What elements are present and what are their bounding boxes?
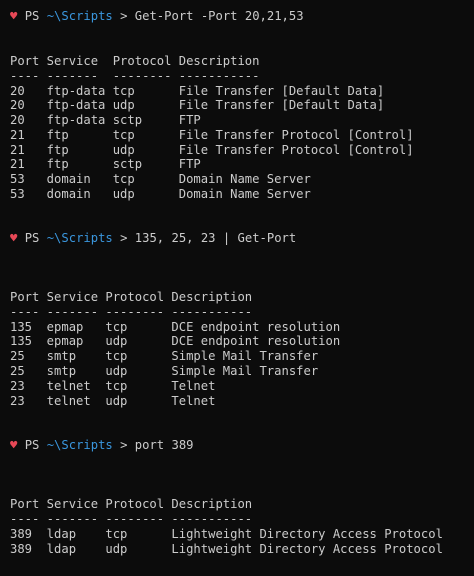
prompt-gt: >: [120, 438, 128, 452]
table-divider: ---- ------- -------- -----------: [10, 512, 253, 526]
ps-label: PS: [24, 231, 40, 245]
table-row: 20 ftp-data sctp FTP: [10, 113, 201, 127]
table-row: 21 ftp tcp File Transfer Protocol [Contr…: [10, 128, 414, 142]
prompt-gt: >: [120, 231, 128, 245]
table-row: 389 ldap tcp Lightweight Directory Acces…: [10, 527, 443, 541]
table-row: 23 telnet udp Telnet: [10, 394, 216, 408]
heart-icon: ♥: [10, 438, 18, 452]
command-text: 135, 25, 23 | Get-Port: [134, 231, 297, 245]
table-row: 20 ftp-data udp File Transfer [Default D…: [10, 98, 385, 112]
terminal-window[interactable]: ♥ PS ~\Scripts > Get-Port -Port 20,21,53…: [0, 0, 474, 576]
table-row: 25 smtp udp Simple Mail Transfer: [10, 364, 319, 378]
prompt-line: ♥ PS ~\Scripts > 135, 25, 23 | Get-Port: [10, 231, 296, 246]
table-header: Port Service Protocol Description: [10, 290, 253, 304]
command-text: port 389: [134, 438, 194, 452]
table-row: 53 domain udp Domain Name Server: [10, 187, 311, 201]
heart-icon: ♥: [10, 231, 18, 245]
table-row: 135 epmap udp DCE endpoint resolution: [10, 334, 341, 348]
table-row: 21 ftp sctp FTP: [10, 157, 201, 171]
table-row: 135 epmap tcp DCE endpoint resolution: [10, 320, 341, 334]
prompt-path: ~\Scripts: [46, 438, 113, 452]
table-row: 23 telnet tcp Telnet: [10, 379, 216, 393]
table-divider: ---- ------- -------- -----------: [10, 69, 260, 83]
prompt-path: ~\Scripts: [46, 9, 113, 23]
heart-icon: ♥: [10, 9, 18, 23]
ps-label: PS: [24, 9, 40, 23]
table-row: 20 ftp-data tcp File Transfer [Default D…: [10, 84, 385, 98]
prompt-path: ~\Scripts: [46, 231, 113, 245]
ps-label: PS: [24, 438, 40, 452]
table-row: 389 ldap udp Lightweight Directory Acces…: [10, 542, 443, 556]
prompt-gt: >: [120, 9, 128, 23]
table-row: 21 ftp udp File Transfer Protocol [Contr…: [10, 143, 414, 157]
table-divider: ---- ------- -------- -----------: [10, 305, 253, 319]
prompt-line: ♥ PS ~\Scripts > port 389: [10, 438, 194, 453]
table-header: Port Service Protocol Description: [10, 497, 253, 511]
table-row: 25 smtp tcp Simple Mail Transfer: [10, 349, 319, 363]
table-row: 53 domain tcp Domain Name Server: [10, 172, 311, 186]
table-header: Port Service Protocol Description: [10, 54, 260, 68]
command-text: Get-Port -Port 20,21,53: [134, 9, 304, 23]
prompt-line: ♥ PS ~\Scripts > Get-Port -Port 20,21,53: [10, 9, 304, 24]
